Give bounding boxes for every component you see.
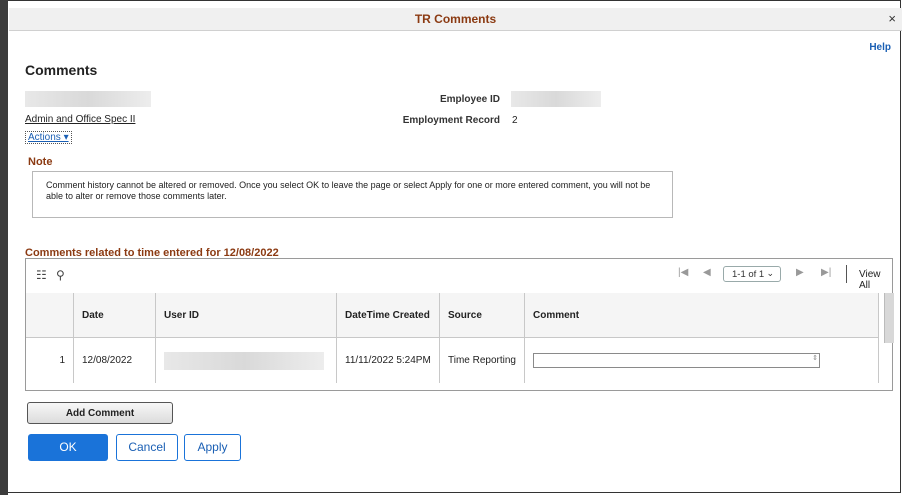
column-header-date[interactable]: Date bbox=[73, 293, 156, 338]
actions-menu[interactable]: Actions ▾ bbox=[25, 131, 72, 144]
title-bar: TR Comments × bbox=[9, 8, 902, 31]
employee-id-label: Employee ID bbox=[439, 94, 500, 105]
column-header-comment[interactable]: Comment bbox=[524, 293, 879, 338]
grid-toolbar: ☷ ⚲ |◀ ◀ 1-1 of 1 ⌄ ▶ ▶| View All bbox=[26, 259, 892, 293]
toolbar-divider bbox=[846, 265, 847, 283]
employment-record-value: 2 bbox=[512, 115, 518, 126]
date-cell: 12/08/2022 bbox=[73, 337, 156, 383]
comments-table: Date User ID DateTime Created Source Com… bbox=[26, 293, 879, 383]
cancel-button[interactable]: Cancel bbox=[116, 434, 178, 461]
add-comment-button[interactable]: Add Comment bbox=[27, 402, 173, 424]
view-all-link[interactable]: View All bbox=[859, 269, 892, 291]
source-cell: Time Reporting bbox=[439, 337, 525, 383]
previous-page-icon[interactable]: ◀ bbox=[703, 267, 711, 278]
table-row: 1 12/08/2022 11/11/2022 5:24PM Time Repo… bbox=[26, 337, 879, 383]
note-box: Comment history cannot be altered or rem… bbox=[32, 171, 673, 218]
job-title: Admin and Office Spec II bbox=[25, 114, 136, 125]
employment-record-label: Employment Record bbox=[402, 115, 500, 126]
grid-scrollbar[interactable] bbox=[884, 293, 894, 343]
column-header-row-number bbox=[26, 293, 74, 338]
page-selector[interactable]: 1-1 of 1 ⌄ bbox=[723, 266, 781, 282]
personalize-grid-icon[interactable]: ☷ bbox=[36, 268, 47, 282]
window-title: TR Comments bbox=[414, 12, 497, 26]
close-icon[interactable]: × bbox=[888, 11, 896, 26]
page-title: Comments bbox=[25, 62, 98, 78]
apply-button[interactable]: Apply bbox=[184, 434, 241, 461]
page-selector-text: 1-1 of 1 bbox=[732, 269, 765, 280]
column-header-datetime-created[interactable]: DateTime Created bbox=[336, 293, 440, 338]
note-text: Comment history cannot be altered or rem… bbox=[46, 180, 651, 201]
employee-name-redacted bbox=[25, 91, 151, 107]
comments-grid: ☷ ⚲ |◀ ◀ 1-1 of 1 ⌄ ▶ ▶| View All Date U… bbox=[25, 258, 894, 391]
comment-cell: ⇕ bbox=[524, 337, 879, 383]
table-header-row: Date User ID DateTime Created Source Com… bbox=[26, 293, 879, 338]
help-link[interactable]: Help bbox=[869, 42, 891, 53]
datetime-created-cell: 11/11/2022 5:24PM bbox=[336, 337, 440, 383]
window-left-border bbox=[0, 0, 8, 495]
column-header-user-id[interactable]: User ID bbox=[155, 293, 337, 338]
resize-handle-icon[interactable]: ⇕ bbox=[812, 354, 818, 362]
next-page-icon[interactable]: ▶ bbox=[796, 267, 804, 278]
user-id-cell bbox=[155, 337, 337, 383]
search-icon[interactable]: ⚲ bbox=[56, 268, 65, 282]
row-number: 1 bbox=[26, 337, 74, 383]
column-header-source[interactable]: Source bbox=[439, 293, 525, 338]
last-page-icon[interactable]: ▶| bbox=[821, 267, 831, 278]
user-id-redacted bbox=[164, 351, 324, 370]
employee-id-redacted bbox=[511, 91, 601, 107]
ok-button[interactable]: OK bbox=[28, 434, 108, 461]
comment-textarea[interactable]: ⇕ bbox=[533, 353, 820, 368]
note-title: Note bbox=[28, 156, 53, 168]
chevron-down-icon: ⌄ bbox=[766, 268, 774, 278]
first-page-icon[interactable]: |◀ bbox=[678, 267, 688, 278]
